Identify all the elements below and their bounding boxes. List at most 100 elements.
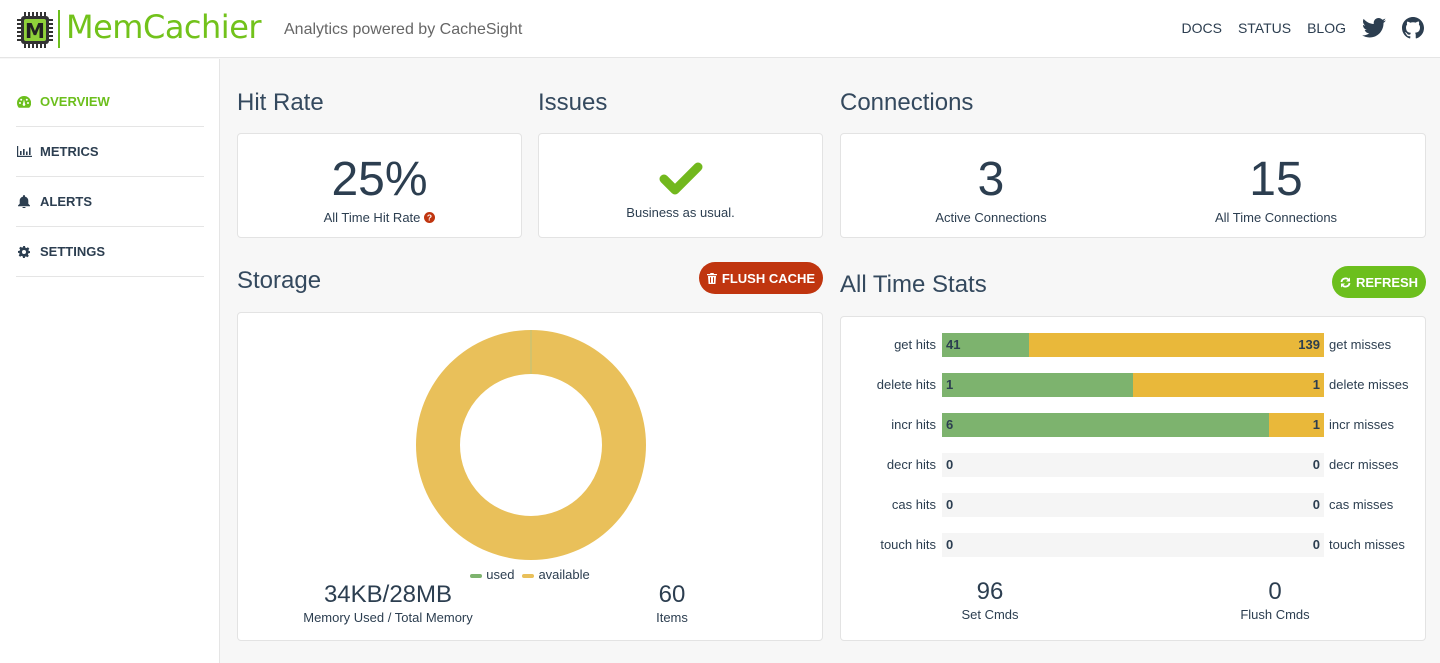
hits-value: 0 (946, 457, 954, 472)
misses-value: 0 (1312, 457, 1320, 472)
hit-rate-title: Hit Rate (237, 89, 324, 116)
hits-value: 0 (946, 537, 954, 552)
hit-miss-bar (942, 453, 1324, 477)
hit-rate-label: All Time Hit Rate (323, 210, 421, 225)
misses-value: 1 (1312, 377, 1320, 392)
all-time-stats-title: All Time Stats (840, 271, 987, 298)
hit-rate-value: 25% (331, 153, 428, 206)
hits-value: 0 (946, 497, 954, 512)
donut-available-segment (416, 330, 646, 560)
stat-row: get hits 41 139 get misses (840, 333, 1426, 357)
hits-value: 1 (946, 377, 954, 392)
hit-miss-bar (942, 413, 1324, 437)
storage-legend: used available (237, 567, 823, 582)
storage-title: Storage (237, 267, 322, 294)
flush-cmds-value: 0 (1268, 578, 1282, 605)
nav-blog[interactable]: BLOG (1307, 20, 1346, 36)
hit-label: touch hits (880, 537, 936, 552)
github-icon[interactable] (1402, 17, 1424, 39)
hits-value: 41 (946, 337, 961, 352)
svg-text:M: M (25, 19, 45, 43)
dashboard-icon (16, 95, 32, 108)
memcachier-logo-icon[interactable]: M (16, 11, 54, 49)
memory-value: 34KB/28MB (323, 581, 453, 608)
connections-title: Connections (840, 89, 974, 116)
flush-cache-label: FLUSH CACHE (721, 270, 816, 286)
help-icon[interactable]: ? (424, 212, 436, 223)
miss-segment (1133, 373, 1324, 397)
stat-row: cas hits 0 0 cas misses (840, 493, 1426, 517)
active-connections-label: Active Connections (935, 210, 1047, 225)
stat-row: touch hits 0 0 touch misses (840, 533, 1426, 557)
sidebar-item-alerts[interactable]: ALERTS (16, 177, 204, 227)
sidebar-item-label: METRICS (40, 144, 99, 159)
svg-text:?: ? (427, 213, 432, 223)
legend-available[interactable]: available (522, 567, 590, 582)
miss-label: get misses (1329, 337, 1392, 352)
miss-label: decr misses (1329, 457, 1399, 472)
hit-label: cas hits (891, 497, 936, 512)
items-label: Items (656, 610, 688, 625)
memory-label: Memory Used / Total Memory (303, 610, 473, 625)
hit-label: delete hits (876, 377, 936, 392)
misses-value: 1 (1312, 417, 1320, 432)
hit-miss-bar (942, 533, 1324, 557)
twitter-icon[interactable] (1362, 18, 1386, 38)
miss-segment (1029, 333, 1324, 357)
hit-rate-card: 25% All Time Hit Rate ? (237, 133, 522, 238)
sidebar: OVERVIEW METRICS ALERTS SETTINGS (0, 59, 220, 663)
issues-status: Business as usual. (626, 205, 735, 220)
sidebar-item-label: OVERVIEW (40, 94, 110, 109)
bell-icon (16, 195, 32, 208)
set-cmds-label: Set Cmds (961, 607, 1019, 622)
top-bar: M MemCachier Analytics powered by CacheS… (0, 0, 1440, 58)
stat-row: delete hits 1 1 delete misses (840, 373, 1426, 397)
hit-segment (942, 373, 1133, 397)
gear-icon (16, 245, 32, 258)
hit-label: incr hits (891, 417, 936, 432)
issues-title: Issues (538, 89, 608, 116)
refresh-icon (1340, 277, 1351, 288)
miss-label: touch misses (1329, 537, 1405, 552)
misses-value: 0 (1312, 497, 1320, 512)
bar-chart-icon (16, 146, 32, 157)
refresh-label: REFRESH (1355, 274, 1419, 290)
refresh-button[interactable]: REFRESH (1332, 266, 1426, 298)
hit-segment (942, 413, 1270, 437)
miss-label: incr misses (1329, 417, 1395, 432)
hit-miss-bar (942, 373, 1324, 397)
brand-name[interactable]: MemCachier (66, 8, 262, 46)
miss-label: cas misses (1329, 497, 1394, 512)
sidebar-item-label: ALERTS (40, 194, 92, 209)
nav-status[interactable]: STATUS (1238, 20, 1291, 36)
all-time-connections-label: All Time Connections (1214, 210, 1338, 225)
stat-row: decr hits 0 0 decr misses (840, 453, 1426, 477)
all-time-connections-value: 15 (1249, 153, 1303, 206)
flush-cache-button[interactable]: FLUSH CACHE (699, 262, 823, 294)
sidebar-item-metrics[interactable]: METRICS (16, 127, 204, 177)
set-cmds-value: 96 (976, 578, 1004, 605)
miss-label: delete misses (1329, 377, 1409, 392)
issues-card: Business as usual. (538, 133, 823, 238)
flush-cmds-label: Flush Cmds (1240, 607, 1310, 622)
checkmark-icon (539, 162, 822, 196)
hit-label: decr hits (886, 457, 936, 472)
trash-icon (706, 272, 717, 284)
logo-divider (58, 10, 60, 48)
top-nav: DOCS STATUS BLOG (1181, 17, 1424, 39)
hit-label: get hits (894, 337, 936, 352)
sidebar-item-settings[interactable]: SETTINGS (16, 227, 204, 277)
storage-donut-chart (416, 330, 646, 560)
nav-docs[interactable]: DOCS (1181, 20, 1221, 36)
sidebar-item-label: SETTINGS (40, 244, 106, 259)
hit-miss-bar (942, 493, 1324, 517)
misses-value: 0 (1312, 537, 1320, 552)
tagline: Analytics powered by CacheSight (284, 21, 523, 38)
stat-row: incr hits 6 1 incr misses (840, 413, 1426, 437)
sidebar-item-overview[interactable]: OVERVIEW (16, 77, 204, 127)
active-connections-value: 3 (977, 153, 1005, 206)
items-value: 60 (658, 581, 686, 608)
hits-value: 6 (946, 417, 954, 432)
legend-used[interactable]: used (470, 567, 514, 582)
hit-miss-bar (942, 333, 1324, 357)
